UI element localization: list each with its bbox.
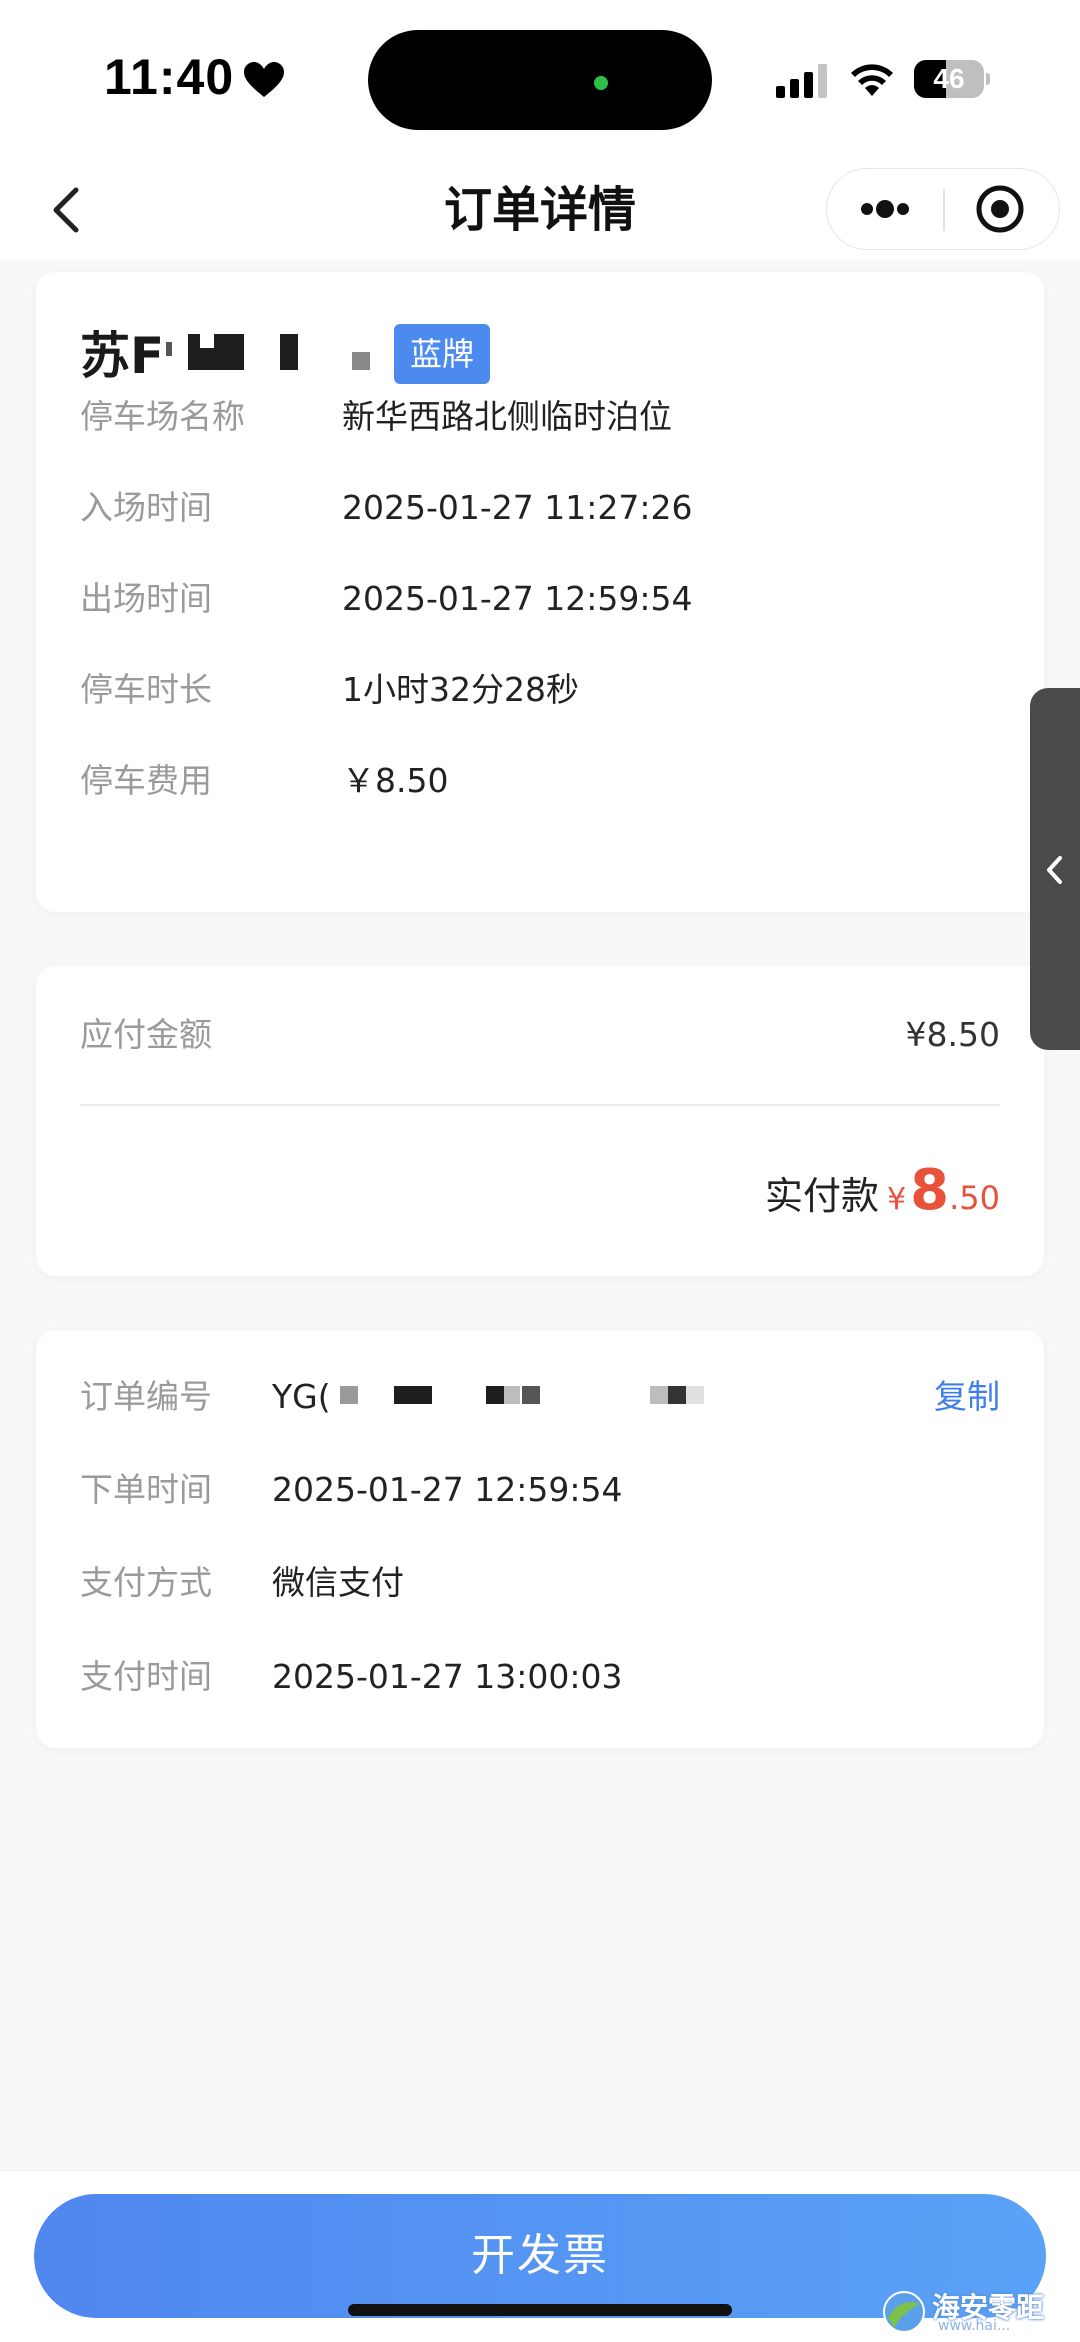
order-number-redaction (394, 1386, 432, 1404)
order-number-redaction (486, 1386, 504, 1404)
actual-payment-decimal: .50 (949, 1179, 1000, 1217)
info-value: 2025-01-27 12:59:54 (342, 579, 693, 618)
plate-redaction (188, 334, 244, 370)
actual-payment: 实付款 ¥ 8 .50 (765, 1158, 1000, 1228)
order-number-redaction (668, 1386, 686, 1404)
info-value: 2025-01-27 11:27:26 (342, 488, 693, 527)
plate-redaction (166, 342, 172, 356)
info-value: 1小时32分28秒 (342, 670, 579, 709)
order-number-redaction (504, 1386, 520, 1404)
plate-redaction (352, 352, 370, 370)
plate-redaction (280, 334, 298, 370)
info-label: 支付时间 (80, 1657, 212, 1696)
payment-summary-card: 应付金额 ¥8.50 实付款 ¥ 8 .50 (36, 966, 1044, 1276)
dynamic-island (368, 30, 712, 130)
plate-type-badge: 蓝牌 (394, 324, 491, 384)
info-value: ￥8.50 (342, 761, 449, 800)
info-label: 停车时长 (80, 670, 212, 709)
order-number-redaction (686, 1386, 704, 1404)
copy-order-number-button[interactable]: 复制 (934, 1372, 1000, 1422)
status-bar: 11:40 46 (0, 0, 1080, 160)
battery-icon: 46 (914, 60, 990, 98)
info-label: 停车费用 (80, 761, 212, 800)
plate-prefix: 苏F (80, 327, 165, 385)
signal-icon (776, 64, 827, 98)
divider (80, 1104, 1000, 1106)
info-value: 2025-01-27 13:00:03 (272, 1657, 623, 1696)
actual-payment-currency: ¥ (887, 1182, 907, 1217)
order-number-redaction (522, 1386, 540, 1404)
heart-icon (244, 62, 284, 97)
info-label: 支付方式 (80, 1563, 212, 1602)
info-value: 微信支付 (272, 1563, 404, 1602)
chevron-left-icon (1047, 856, 1062, 884)
info-label: 停车场名称 (80, 397, 245, 436)
status-time: 11:40 (104, 49, 235, 105)
info-value: 2025-01-27 12:59:54 (272, 1470, 623, 1509)
miniapp-capsule (826, 168, 1060, 250)
watermark: 海安零距 www.hai... (880, 2284, 1076, 2340)
info-label: 出场时间 (80, 579, 212, 618)
home-indicator[interactable] (348, 2304, 732, 2316)
battery-percentage: 46 (933, 63, 965, 94)
order-number-redaction (650, 1386, 668, 1404)
info-label: 入场时间 (80, 488, 212, 527)
camera-indicator-dot (594, 76, 608, 90)
order-info-card: 订单编号 YG( 复制 下单时间 2025-01-27 12:59:54 支付方… (36, 1330, 1044, 1748)
order-number-value: YG( (272, 1377, 331, 1416)
wifi-icon (851, 64, 893, 96)
info-label: 下单时间 (80, 1470, 212, 1509)
info-value: 新华西路北侧临时泊位 (342, 397, 672, 436)
watermark-subtext: www.hai... (938, 2318, 1011, 2334)
parking-info-card: 苏F 蓝牌 停车场名称 新华西路北侧临时泊位 入场时间 2025-01-27 1… (36, 272, 1044, 912)
order-number-redaction (340, 1386, 358, 1404)
more-dots-icon[interactable] (827, 169, 943, 249)
side-drawer-tab[interactable] (1030, 688, 1080, 1050)
amount-due-value: ¥8.50 (905, 1015, 1000, 1054)
actual-payment-integer: 8 (910, 1158, 950, 1223)
navigation-bar: 订单详情 (0, 160, 1080, 260)
watermark-logo-icon (883, 2291, 925, 2333)
back-arrow-icon[interactable] (36, 174, 108, 246)
amount-due-label: 应付金额 (80, 1015, 212, 1054)
info-label: 订单编号 (80, 1377, 212, 1416)
actual-payment-label: 实付款 (765, 1174, 880, 1218)
plate-redaction (200, 334, 214, 348)
target-circle-icon[interactable] (945, 169, 1059, 249)
